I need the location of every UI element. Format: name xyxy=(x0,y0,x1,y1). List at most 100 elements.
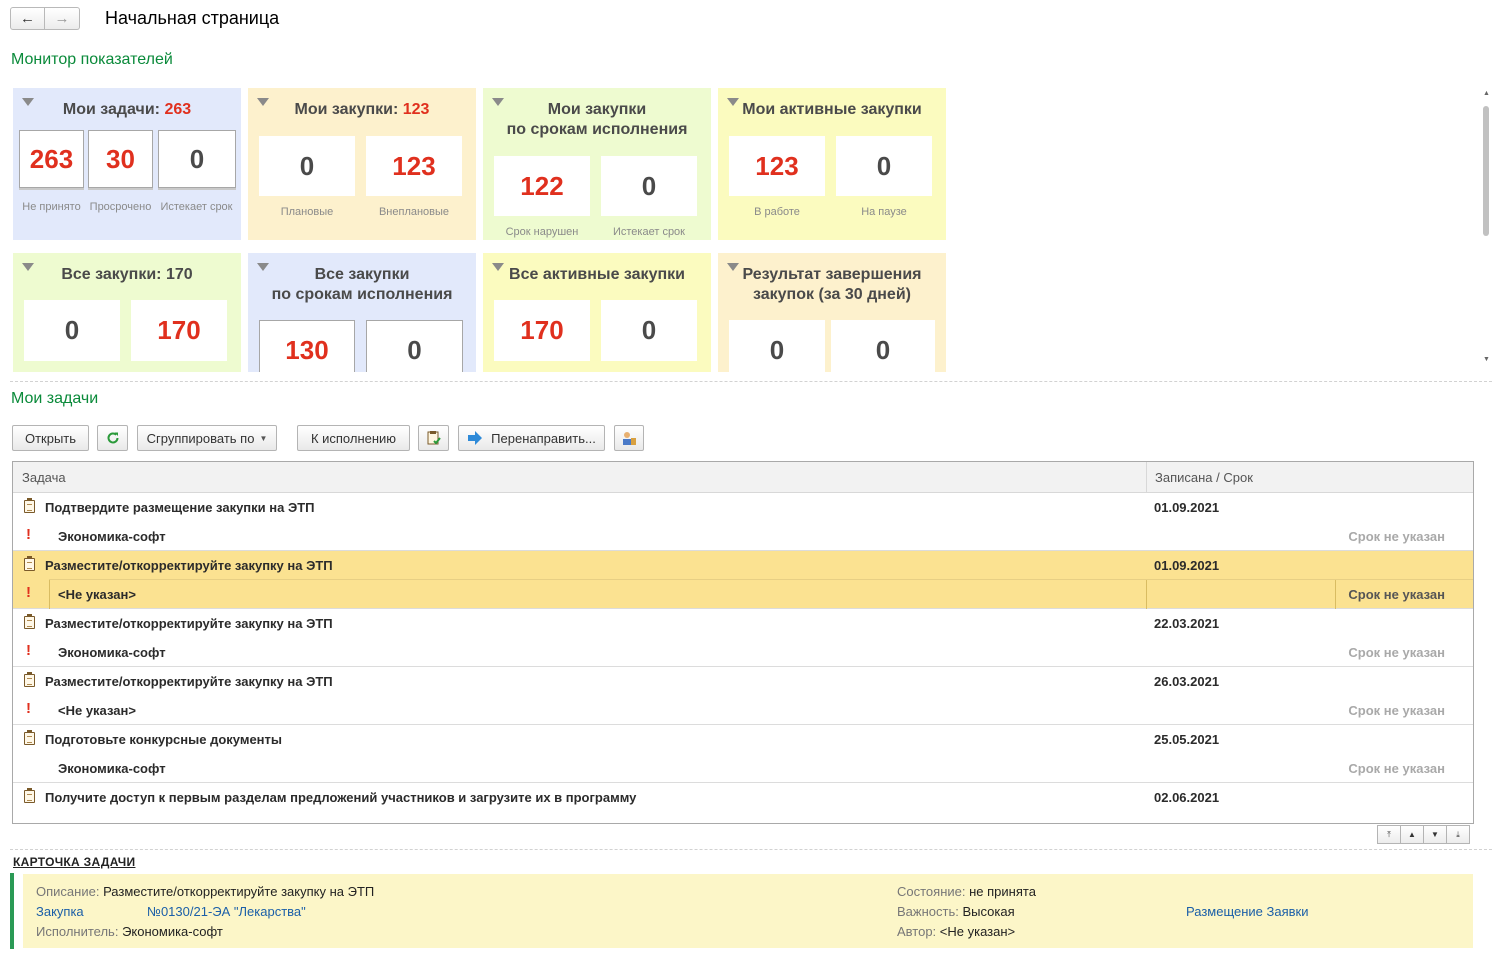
task-executor: Экономика-софт xyxy=(58,645,166,660)
tile-all-active-purchases[interactable]: Все активные закупки 170 0 xyxy=(483,253,711,372)
tile-title: Все закупки: 170 xyxy=(61,266,193,283)
tile-value-box[interactable]: 0 xyxy=(24,300,120,361)
users-settings-icon xyxy=(623,432,636,445)
tile-title: Мои закупки по срокам исполнения xyxy=(506,101,688,138)
task-name: Подготовьте конкурсные документы xyxy=(45,732,282,747)
tile-caption: Плановые xyxy=(280,206,334,218)
column-header-task[interactable]: Задача xyxy=(22,470,66,485)
state-field: Состояние: не принята xyxy=(897,884,1036,899)
tile-all-purchases[interactable]: Все закупки: 170 0 170 xyxy=(13,253,241,372)
importance-icon: ! xyxy=(26,642,31,659)
task-date: 02.06.2021 xyxy=(1154,790,1220,805)
forward-button[interactable]: → xyxy=(45,7,80,30)
tile-completion-result[interactable]: Результат завершения закупок (за 30 дней)… xyxy=(718,253,946,372)
task-due: Срок не указан xyxy=(1348,529,1445,544)
column-header-date[interactable]: Записана / Срок xyxy=(1155,470,1253,485)
task-document-icon xyxy=(24,672,35,687)
tile-value-box[interactable]: 0 xyxy=(601,156,697,216)
tile-value-box[interactable]: 0 xyxy=(366,320,463,372)
task-name: Подтвердите размещение закупки на ЭТП xyxy=(45,500,315,515)
tile-caption: Срок нарушен xyxy=(505,226,579,238)
section-divider xyxy=(10,849,1492,850)
group-by-dropdown[interactable]: Сгруппировать по ▼ xyxy=(137,425,277,451)
tasks-table[interactable]: Задача Записана / Срок Подтвердите разме… xyxy=(12,461,1474,824)
arrow-right-blue-icon xyxy=(468,431,483,445)
placement-link[interactable]: Размещение Заявки xyxy=(1186,904,1309,919)
task-card-title[interactable]: КАРТОЧКА ЗАДАЧИ xyxy=(13,855,135,869)
task-name: Получите доступ к первым разделам предло… xyxy=(45,790,637,805)
redirect-button[interactable]: Перенаправить... xyxy=(458,425,605,451)
users-settings-button[interactable] xyxy=(614,425,644,451)
executor-label: Исполнитель: xyxy=(36,924,119,939)
task-name: Разместите/откорректируйте закупку на ЭТ… xyxy=(45,558,333,573)
row-gridline xyxy=(1146,580,1147,609)
state-label: Состояние: xyxy=(897,884,966,899)
importance-icon: ! xyxy=(26,584,31,601)
table-row[interactable]: Разместите/откорректируйте закупку на ЭТ… xyxy=(13,609,1473,667)
task-document-icon xyxy=(24,556,35,571)
tile-value-box[interactable]: 170 xyxy=(494,300,590,361)
description-value: Разместите/откорректируйте закупку на ЭТ… xyxy=(103,884,375,899)
tile-my-active-purchases[interactable]: Мои активные закупки 123 0 В работе На п… xyxy=(718,88,946,240)
table-row[interactable]: Получите доступ к первым разделам предло… xyxy=(13,783,1473,823)
tile-title: Мои закупки: 123 xyxy=(294,101,430,118)
open-button[interactable]: Открыть xyxy=(12,425,89,451)
tile-value-box[interactable]: 263 xyxy=(19,130,84,188)
redirect-label: Перенаправить... xyxy=(491,430,596,446)
tile-value-box[interactable]: 170 xyxy=(131,300,227,361)
tile-value-box[interactable]: 123 xyxy=(729,136,825,196)
tile-value-box[interactable]: 0 xyxy=(601,300,697,361)
refresh-icon xyxy=(107,432,118,444)
tile-value-box[interactable]: 30 xyxy=(88,130,153,188)
scroll-bottom-icon[interactable]: ⤓ xyxy=(1446,825,1470,844)
tile-value-box[interactable]: 0 xyxy=(831,320,935,372)
task-executor: <Не указан> xyxy=(58,703,136,718)
executor-field: Исполнитель: Экономика-софт xyxy=(36,924,223,939)
task-date: 26.03.2021 xyxy=(1154,674,1220,689)
clipboard-check-icon xyxy=(427,431,441,445)
task-document-icon xyxy=(24,730,35,745)
scroll-up-arrow-icon[interactable]: ▲ xyxy=(1483,90,1490,97)
monitor-scrollbar[interactable]: ▲ ▼ xyxy=(1480,88,1492,370)
scroll-down-arrow-icon[interactable]: ▼ xyxy=(1483,356,1490,363)
task-due: Срок не указан xyxy=(1348,761,1445,776)
refresh-button[interactable] xyxy=(97,425,128,451)
column-separator xyxy=(1146,462,1147,493)
back-button[interactable]: ← xyxy=(10,7,45,30)
scrollbar-thumb[interactable] xyxy=(1483,106,1489,236)
table-row[interactable]: Подтвердите размещение закупки на ЭТП 01… xyxy=(13,493,1473,551)
purchase-link[interactable]: №0130/21-ЭА "Лекарства" xyxy=(147,904,306,919)
table-row[interactable]: Разместите/откорректируйте закупку на ЭТ… xyxy=(13,667,1473,725)
tile-value-box[interactable]: 123 xyxy=(366,136,462,196)
scroll-top-icon[interactable]: ⤒ xyxy=(1377,825,1401,844)
tile-my-tasks[interactable]: Мои задачи: 263 263 30 0 Не принято Прос… xyxy=(13,88,241,240)
to-execution-button[interactable]: К исполнению xyxy=(297,425,410,451)
tile-caption: В работе xyxy=(754,206,800,218)
purchase-label-link[interactable]: Закупка xyxy=(36,904,84,919)
task-card: Описание: Разместите/откорректируйте зак… xyxy=(23,874,1473,948)
task-due: Срок не указан xyxy=(1348,645,1445,660)
table-pager: ⤒ ▲ ▼ ⤓ xyxy=(1377,825,1470,844)
table-row-selected[interactable]: Разместите/откорректируйте закупку на ЭТ… xyxy=(13,551,1473,609)
tile-value-box[interactable]: 0 xyxy=(836,136,932,196)
tile-my-purchases[interactable]: Мои закупки: 123 0 123 Плановые Внеплано… xyxy=(248,88,476,240)
tile-title: Мои активные закупки xyxy=(742,101,922,118)
importance-label: Важность: xyxy=(897,904,959,919)
task-date: 01.09.2021 xyxy=(1154,500,1220,515)
tile-title: Мои задачи: 263 xyxy=(62,101,192,118)
scroll-page-up-icon[interactable]: ▲ xyxy=(1400,825,1424,844)
scroll-page-down-icon[interactable]: ▼ xyxy=(1423,825,1447,844)
tile-value-box[interactable]: 0 xyxy=(158,130,236,188)
table-row[interactable]: Подготовьте конкурсные документы 25.05.2… xyxy=(13,725,1473,783)
tile-all-purchases-deadlines[interactable]: Все закупки по срокам исполнения 130 0 xyxy=(248,253,476,372)
tile-my-purchases-deadlines[interactable]: Мои закупки по срокам исполнения 122 0 Ср… xyxy=(483,88,711,240)
tile-value-box[interactable]: 0 xyxy=(729,320,825,372)
task-due: Срок не указан xyxy=(1348,587,1445,602)
clipboard-button[interactable] xyxy=(418,425,449,451)
tasks-section-title: Мои задачи xyxy=(11,390,99,407)
tile-value-box[interactable]: 0 xyxy=(259,136,355,196)
executor-value: Экономика-софт xyxy=(122,924,223,939)
tile-value-box[interactable]: 122 xyxy=(494,156,590,216)
tile-value-box[interactable]: 130 xyxy=(259,320,355,372)
tile-title: Все закупки по срокам исполнения xyxy=(271,266,453,303)
